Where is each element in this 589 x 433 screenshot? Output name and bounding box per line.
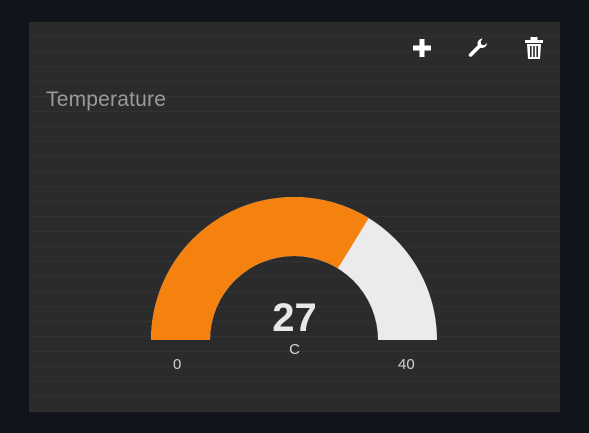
gauge-value: 27 <box>272 296 317 340</box>
gauge-max-label: 40 <box>398 356 415 373</box>
gauge-min-label: 0 <box>173 356 182 373</box>
temperature-widget: Temperature 27 C 0 40 <box>29 22 560 412</box>
gauge-unit: C <box>289 341 300 358</box>
